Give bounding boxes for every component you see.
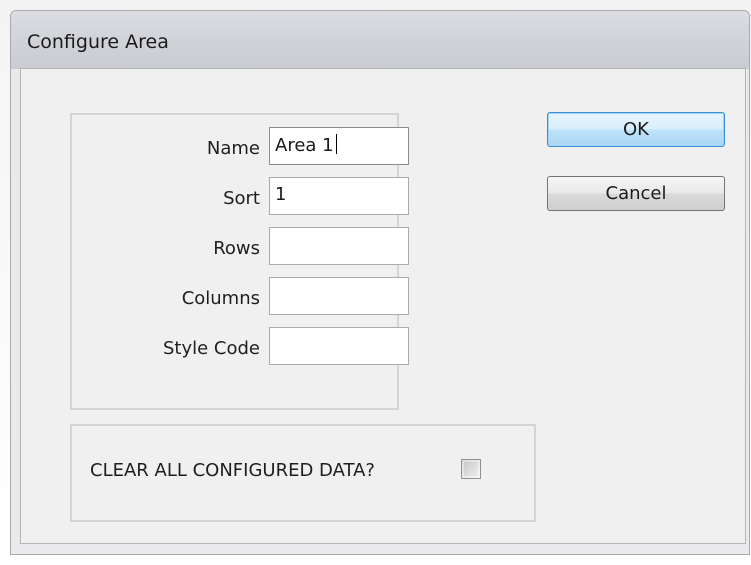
configure-area-dialog: Configure Area Name Area 1 Sort 1 Rows C… [10, 10, 750, 555]
clear-data-group: CLEAR ALL CONFIGURED DATA? [70, 424, 536, 522]
sort-field[interactable]: 1 [269, 177, 409, 215]
sort-label-wrap: Sort [72, 183, 260, 213]
style-code-field[interactable] [269, 327, 409, 365]
rows-label: Rows [213, 238, 260, 259]
title-bar[interactable]: Configure Area [11, 11, 749, 69]
sort-field-value: 1 [275, 184, 287, 205]
columns-label-wrap: Columns [72, 283, 260, 313]
text-caret [335, 134, 337, 154]
columns-label: Columns [181, 288, 260, 309]
name-label-wrap: Name [72, 133, 260, 163]
style-code-label-wrap: Style Code [72, 333, 260, 363]
clear-data-checkbox[interactable] [461, 459, 481, 479]
ok-button[interactable]: OK [547, 112, 725, 147]
columns-field[interactable] [269, 277, 409, 315]
name-field[interactable]: Area 1 [269, 127, 409, 165]
rows-label-wrap: Rows [72, 233, 260, 263]
dialog-body: Name Area 1 Sort 1 Rows Columns Style Co… [20, 68, 746, 544]
clear-data-label: CLEAR ALL CONFIGURED DATA? [90, 460, 375, 481]
style-code-label: Style Code [162, 338, 260, 359]
cancel-button[interactable]: Cancel [547, 176, 725, 211]
dialog-title: Configure Area [27, 31, 169, 53]
name-field-value: Area 1 [275, 135, 334, 156]
sort-label: Sort [223, 188, 260, 209]
rows-field[interactable] [269, 227, 409, 265]
area-properties-group: Name Area 1 Sort 1 Rows Columns Style Co… [70, 113, 409, 410]
name-label: Name [206, 138, 260, 159]
